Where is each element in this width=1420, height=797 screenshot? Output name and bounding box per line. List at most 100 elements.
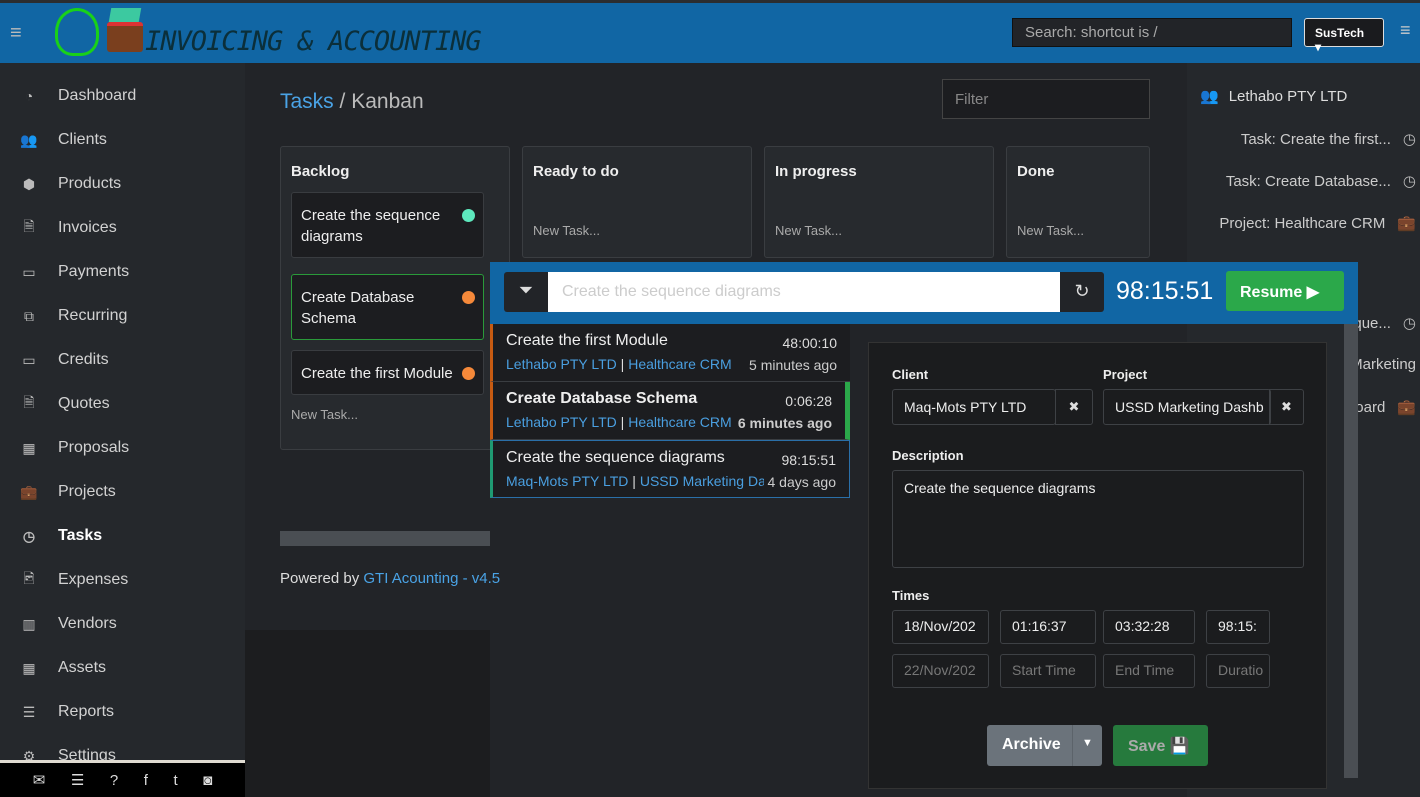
- task-project-link[interactable]: Healthcare CRM: [628, 356, 731, 372]
- description-textarea[interactable]: Create the sequence diagrams: [892, 470, 1304, 568]
- credit-card-icon: ▭: [22, 263, 36, 280]
- clear-project-icon[interactable]: ✖: [1269, 389, 1304, 425]
- right-panel-item[interactable]: Task: Create the first... ◷: [1241, 130, 1416, 148]
- right-panel-item[interactable]: Task: Create Database... ◷: [1226, 172, 1416, 190]
- time-field[interactable]: 22/Nov/202: [892, 654, 989, 688]
- sidebar-item-assets[interactable]: ▦ Assets: [0, 648, 245, 688]
- column-title: Backlog: [291, 163, 350, 180]
- task-list-item[interactable]: Create the first Module 48:00:10 Lethabo…: [490, 324, 850, 382]
- search-input[interactable]: Search: shortcut is /: [1012, 18, 1292, 47]
- save-button[interactable]: Save 💾: [1113, 725, 1208, 766]
- task-client-link[interactable]: Maq-Mots PTY LTD: [506, 473, 628, 489]
- users-icon: 👥: [1200, 88, 1219, 105]
- status-dot: [462, 291, 475, 304]
- list-icon[interactable]: ☰: [71, 771, 84, 789]
- column-title: Done: [1017, 163, 1055, 180]
- sidebar-item-invoices[interactable]: 🗎 Invoices: [0, 208, 245, 248]
- sidebar-item-expenses[interactable]: 🖻 Expenses: [0, 560, 245, 600]
- sidebar-item-projects[interactable]: 💼 Projects: [0, 472, 245, 512]
- time-field[interactable]: End Time: [1103, 654, 1195, 688]
- right-client[interactable]: 👥 Lethabo PTY LTD: [1200, 87, 1347, 105]
- menu-icon[interactable]: ≡: [10, 22, 22, 45]
- kanban-column-in-progress: In progress New Task...: [764, 146, 994, 258]
- file-text-icon: 🗎: [23, 394, 35, 410]
- new-task-input[interactable]: New Task...: [533, 223, 600, 238]
- time-field[interactable]: 98:15:: [1206, 610, 1270, 644]
- sidebar-item-vendors[interactable]: ▥ Vendors: [0, 604, 245, 644]
- task-duration: 98:15:51: [781, 452, 837, 468]
- kanban-card[interactable]: Create Database Schema: [291, 274, 484, 340]
- breadcrumb-current: Kanban: [351, 90, 424, 113]
- task-project-link[interactable]: Healthcare CRM: [628, 414, 731, 430]
- sidebar-item-products[interactable]: ⬢ Products: [0, 164, 245, 204]
- sidebar-item-reports[interactable]: ☰ Reports: [0, 692, 245, 732]
- kanban-card[interactable]: Create the first Module: [291, 350, 484, 395]
- sidebar-item-dashboard[interactable]: ◔ Dashboard: [0, 76, 245, 116]
- sidebar-item-payments[interactable]: ▭ Payments: [0, 252, 245, 292]
- breadcrumb-tasks[interactable]: Tasks: [280, 90, 334, 113]
- times-label: Times: [892, 588, 930, 603]
- powered-link[interactable]: GTI Acounting - v4.5: [363, 570, 500, 587]
- logo-icon: [55, 8, 99, 56]
- github-icon[interactable]: ◙: [203, 772, 212, 789]
- kanban-scrollbar[interactable]: [280, 531, 490, 546]
- right-panel-item[interactable]: Marketing: [1350, 356, 1416, 373]
- th-large-icon: ▦: [22, 659, 36, 676]
- item-label: que...: [1353, 315, 1391, 332]
- refresh-icon[interactable]: ↻: [1060, 272, 1104, 312]
- sidebar-footer: ✉ ☰? f t ◙: [0, 760, 245, 797]
- new-task-input[interactable]: New Task...: [291, 407, 358, 422]
- filter-input[interactable]: Filter: [942, 79, 1150, 119]
- task-client-link[interactable]: Lethabo PTY LTD: [506, 414, 617, 430]
- task-list-item[interactable]: Create the sequence diagrams 98:15:51 Ma…: [490, 440, 850, 498]
- task-description-input[interactable]: Create the sequence diagrams: [548, 272, 1060, 312]
- time-field[interactable]: 01:16:37: [1000, 610, 1096, 644]
- sidebar-item-clients[interactable]: 👥 Clients: [0, 120, 245, 160]
- task-client-link[interactable]: Lethabo PTY LTD: [506, 356, 617, 372]
- sidebar-item-label: Credits: [58, 351, 109, 368]
- project-label: Project: [1103, 367, 1148, 382]
- time-field[interactable]: Start Time: [1000, 654, 1096, 688]
- twitter-icon[interactable]: t: [173, 772, 177, 789]
- time-field[interactable]: Duratio: [1206, 654, 1270, 688]
- building-icon: ▥: [22, 615, 36, 632]
- card-title: Create Database Schema: [301, 289, 415, 327]
- sidebar-item-quotes[interactable]: 🗎 Quotes: [0, 384, 245, 424]
- sidebar-item-recurring[interactable]: ⧉ Recurring: [0, 296, 245, 336]
- sidebar-item-proposals[interactable]: ▦ Proposals: [0, 428, 245, 468]
- archive-button[interactable]: Archive: [987, 725, 1073, 766]
- question-icon[interactable]: ?: [110, 772, 118, 789]
- item-label: Task: Create the first...: [1240, 131, 1391, 148]
- kanban-card[interactable]: Create the sequence diagrams: [291, 192, 484, 258]
- scrollbar[interactable]: [1344, 324, 1358, 778]
- envelope-icon[interactable]: ✉: [33, 771, 46, 789]
- facebook-icon[interactable]: f: [144, 772, 148, 789]
- wallet-logo-icon: [107, 22, 143, 52]
- sidebar-item-label: Tasks: [58, 527, 103, 544]
- new-task-input[interactable]: New Task...: [1017, 223, 1084, 238]
- time-field[interactable]: 03:32:28: [1103, 610, 1195, 644]
- right-menu-icon[interactable]: ≡: [1400, 20, 1411, 41]
- client-select[interactable]: Maq-Mots PTY LTD: [892, 389, 1056, 425]
- resume-button[interactable]: Resume ▶: [1226, 271, 1344, 311]
- filter-icon[interactable]: ⏷: [504, 272, 548, 312]
- task-list-item[interactable]: Create Database Schema 0:06:28 Lethabo P…: [490, 382, 850, 440]
- column-title: In progress: [775, 163, 857, 180]
- new-task-input[interactable]: New Task...: [775, 223, 842, 238]
- right-panel-item[interactable]: Project: Healthcare CRM 💼: [1219, 214, 1416, 232]
- right-panel-item[interactable]: que... ◷: [1353, 314, 1416, 332]
- sidebar-item-label: Assets: [58, 659, 107, 676]
- sidebar-item-tasks[interactable]: ◷ Tasks: [0, 516, 245, 556]
- task-duration: 48:00:10: [782, 335, 838, 351]
- sidebar-item-label: Products: [58, 175, 122, 192]
- client-label: Client: [892, 367, 929, 382]
- time-field[interactable]: 18/Nov/202: [892, 610, 989, 644]
- sidebar-item-credits[interactable]: ▭ Credits: [0, 340, 245, 380]
- sidebar-item-label: Reports: [58, 703, 115, 720]
- archive-dropdown-icon[interactable]: ▼: [1072, 725, 1102, 766]
- org-dropdown[interactable]: SusTech ▾: [1304, 18, 1384, 54]
- task-project-link[interactable]: USSD Marketing Dashboard: [640, 473, 764, 489]
- project-select[interactable]: USSD Marketing Dashb: [1103, 389, 1271, 425]
- task-list: Create the first Module 48:00:10 Lethabo…: [490, 324, 850, 498]
- clear-client-icon[interactable]: ✖: [1055, 389, 1093, 425]
